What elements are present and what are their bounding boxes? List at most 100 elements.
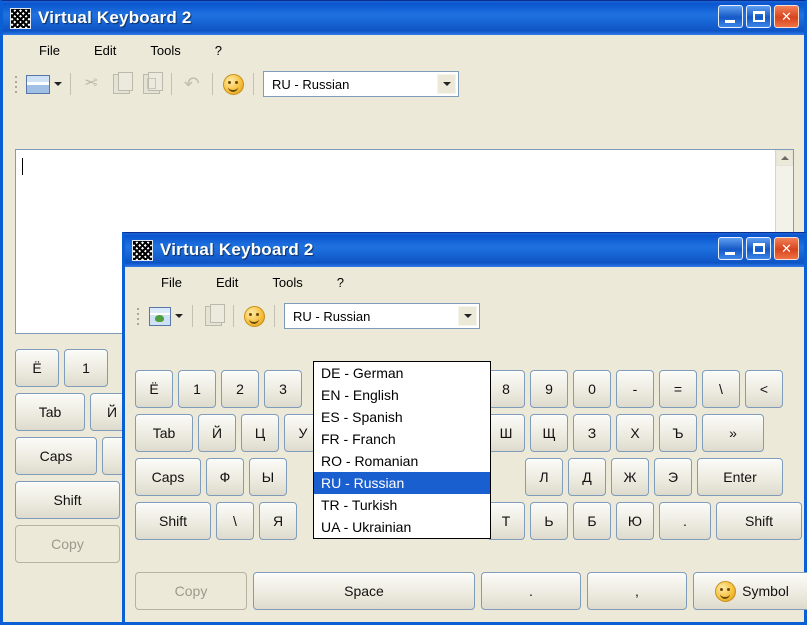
key-next[interactable]: » (702, 414, 764, 452)
window1-titlebar[interactable]: Virtual Keyboard 2 ✕ (3, 1, 804, 35)
dropdown-item-ua[interactable]: UA - Ukrainian (314, 516, 490, 538)
menu-file[interactable]: File (144, 272, 199, 293)
key-yo[interactable]: Ё (135, 370, 173, 408)
dropdown-item-es[interactable]: ES - Spanish (314, 406, 490, 428)
key-1[interactable]: 1 (64, 349, 108, 387)
close-button[interactable]: ✕ (774, 237, 799, 260)
paste-button[interactable] (136, 70, 166, 98)
key-enter[interactable]: Enter (697, 458, 783, 496)
dropdown-item-en[interactable]: EN - English (314, 384, 490, 406)
window2-keyboard-right[interactable]: 8 9 0 - = \ < Ш Щ З Х Ъ » Л Д Ж Э Enter … (487, 370, 804, 546)
toolbar-grip[interactable] (12, 73, 19, 95)
key-hard-sign[interactable]: Ъ (659, 414, 697, 452)
key-0[interactable]: 0 (573, 370, 611, 408)
window2-bottom-bar[interactable]: Copy Space . , Symbol (135, 572, 807, 610)
key-tab[interactable]: Tab (15, 393, 85, 431)
key-tab[interactable]: Tab (135, 414, 193, 452)
undo-button[interactable]: ↶ (177, 70, 207, 98)
period-key[interactable]: . (481, 572, 581, 610)
key-zhe[interactable]: Ж (611, 458, 649, 496)
dropdown-item-ro[interactable]: RO - Romanian (314, 450, 490, 472)
key-3[interactable]: 3 (264, 370, 302, 408)
window2-toolbar[interactable]: RU - Russian (128, 297, 801, 335)
minimize-button[interactable] (718, 5, 743, 28)
scroll-up-button[interactable] (776, 150, 793, 166)
dropdown-item-ru[interactable]: RU - Russian (314, 472, 490, 494)
menu-tools[interactable]: Tools (255, 272, 319, 293)
skin-dropdown-button[interactable] (23, 70, 65, 98)
key-be[interactable]: Б (573, 502, 611, 540)
menu-edit[interactable]: Edit (199, 272, 255, 293)
language-combobox-window1[interactable]: RU - Russian (263, 71, 459, 97)
key-backslash[interactable]: \ (702, 370, 740, 408)
key-shift[interactable]: Shift (15, 481, 120, 519)
maximize-button[interactable] (746, 5, 771, 28)
key-period[interactable]: . (659, 502, 711, 540)
cut-button[interactable]: ✂ (76, 70, 106, 98)
key-equals[interactable]: = (659, 370, 697, 408)
symbol-button[interactable] (218, 70, 248, 98)
language-dropdown-list[interactable]: DE - German EN - English ES - Spanish FR… (313, 361, 491, 539)
key-shift-left[interactable]: Shift (135, 502, 211, 540)
copy-key[interactable]: Copy (15, 525, 120, 563)
paste-button[interactable] (198, 302, 228, 330)
toolbar-grip[interactable] (134, 305, 141, 327)
key-2[interactable]: 2 (221, 370, 259, 408)
text-caret (22, 158, 23, 175)
window1-controls[interactable]: ✕ (718, 5, 799, 28)
space-key[interactable]: Space (253, 572, 475, 610)
key-shcha[interactable]: Щ (530, 414, 568, 452)
comma-key[interactable]: , (587, 572, 687, 610)
key-shift-right[interactable]: Shift (716, 502, 802, 540)
key-caps[interactable]: Caps (15, 437, 97, 475)
key-soft-sign[interactable]: Ь (530, 502, 568, 540)
combobox-arrow-icon[interactable] (437, 74, 456, 94)
key-ya[interactable]: Я (259, 502, 297, 540)
key-minus[interactable]: - (616, 370, 654, 408)
window1-menubar[interactable]: File Edit Tools ? (6, 35, 801, 65)
key-ze[interactable]: З (573, 414, 611, 452)
window2-controls[interactable]: ✕ (718, 237, 799, 260)
menu-edit[interactable]: Edit (77, 40, 133, 61)
key-yo[interactable]: Ё (15, 349, 59, 387)
symbol-key[interactable]: Symbol (693, 572, 807, 610)
menu-file[interactable]: File (22, 40, 77, 61)
key-yu[interactable]: Ю (616, 502, 654, 540)
close-button[interactable]: ✕ (774, 5, 799, 28)
maximize-button[interactable] (746, 237, 771, 260)
combobox-arrow-icon[interactable] (458, 306, 477, 326)
key-short-i[interactable]: Й (198, 414, 236, 452)
key-yery[interactable]: Ы (249, 458, 287, 496)
picture-skin-dropdown-button[interactable] (145, 302, 187, 330)
key-sha[interactable]: Ш (487, 414, 525, 452)
language-combobox-window2[interactable]: RU - Russian (284, 303, 480, 329)
key-backslash[interactable]: \ (216, 502, 254, 540)
dropdown-item-fr[interactable]: FR - Franch (314, 428, 490, 450)
window1-toolbar[interactable]: ✂ ↶ RU - Russian (6, 65, 801, 103)
key-ha[interactable]: Х (616, 414, 654, 452)
copy-key[interactable]: Copy (135, 572, 247, 610)
key-caps[interactable]: Caps (135, 458, 201, 496)
key-el[interactable]: Л (525, 458, 563, 496)
copy-button[interactable] (106, 70, 136, 98)
key-8[interactable]: 8 (487, 370, 525, 408)
key-te[interactable]: Т (487, 502, 525, 540)
key-ef[interactable]: Ф (206, 458, 244, 496)
menu-help[interactable]: ? (198, 40, 239, 61)
menu-tools[interactable]: Tools (133, 40, 197, 61)
key-tse[interactable]: Ц (241, 414, 279, 452)
key-e[interactable]: Э (654, 458, 692, 496)
symbol-button[interactable] (239, 302, 269, 330)
key-9[interactable]: 9 (530, 370, 568, 408)
window2-menubar[interactable]: File Edit Tools ? (128, 267, 801, 297)
window2-titlebar[interactable]: Virtual Keyboard 2 ✕ (125, 233, 804, 267)
minimize-button[interactable] (718, 237, 743, 260)
key-backspace[interactable]: < (745, 370, 783, 408)
key-1[interactable]: 1 (178, 370, 216, 408)
window-virtual-keyboard-2[interactable]: Virtual Keyboard 2 ✕ File Edit Tools ? R… (122, 232, 807, 625)
dropdown-item-tr[interactable]: TR - Turkish (314, 494, 490, 516)
dropdown-item-de[interactable]: DE - German (314, 362, 490, 384)
key-de[interactable]: Д (568, 458, 606, 496)
menu-help[interactable]: ? (320, 272, 361, 293)
app-icon (10, 7, 31, 29)
